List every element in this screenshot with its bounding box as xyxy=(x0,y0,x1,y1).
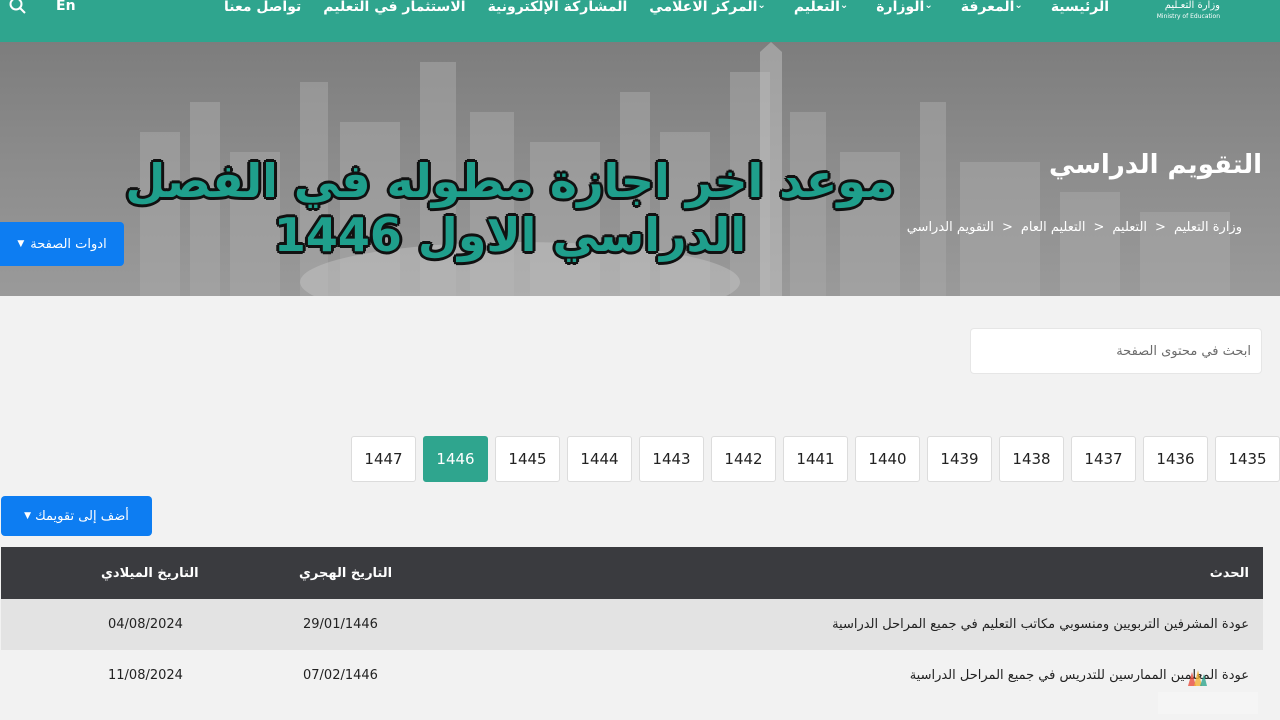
breadcrumb-separator: > xyxy=(1093,220,1105,235)
event-cell: عودة المشرفين التربويين ومنسوبي مكاتب ال… xyxy=(832,617,1249,632)
hijri-date-cell: 07/02/1446 xyxy=(303,668,378,683)
nav-item-0[interactable]: الرئيسية xyxy=(1040,0,1120,20)
logo-text-ar: وزارة التعـليم xyxy=(1164,0,1220,11)
year-button[interactable]: 1445 xyxy=(495,436,560,482)
overlay-title-line1: موعد اخر اجازة مطوله في الفصل xyxy=(125,154,895,208)
page-tools-label: ادوات الصفحة xyxy=(30,236,107,252)
add-to-calendar-button[interactable]: ▼ أضف إلى تقويمك xyxy=(1,496,152,536)
logo-text-en: Ministry of Education xyxy=(1156,13,1220,20)
nav-item-label: المعرفة xyxy=(960,0,1015,15)
year-button[interactable]: 1447 xyxy=(351,436,416,482)
table-header: الحدث التاريخ الهجري التاريخ الميلادي xyxy=(1,547,1263,599)
nav-item-4[interactable]: المركز الاعلامي ⌄ xyxy=(638,0,783,20)
chevron-down-icon: ⌄ xyxy=(839,0,849,11)
hero-banner: التقويم الدراسي وزارة التعليم > التعليم > ال… xyxy=(0,42,1280,296)
year-button[interactable]: 1443 xyxy=(639,436,704,482)
nav-item-1[interactable]: المعرفة ⌄ xyxy=(950,0,1040,20)
nav-item-label: تواصل معنا xyxy=(223,0,302,15)
calendar-table: الحدث التاريخ الهجري التاريخ الميلادي عو… xyxy=(1,547,1263,701)
language-toggle[interactable]: En xyxy=(56,0,76,14)
nav-item-2[interactable]: الوزارة ⌄ xyxy=(865,0,949,20)
nav-item-7[interactable]: تواصل معنا xyxy=(213,0,312,20)
header-hijri-date: التاريخ الهجري xyxy=(299,565,393,581)
year-button[interactable]: 1436 xyxy=(1143,436,1208,482)
table-body: عودة المشرفين التربويين ومنسوبي مكاتب ال… xyxy=(1,599,1263,701)
main-menu: الرئيسية المعرفة ⌄ الوزارة ⌄ التعليم ⌄ المركز ا… xyxy=(213,0,1120,20)
caret-down-icon: ▼ xyxy=(24,511,32,521)
breadcrumb-separator: > xyxy=(1001,220,1013,235)
year-button[interactable]: 1438 xyxy=(999,436,1064,482)
year-button[interactable]: 1446 xyxy=(423,436,488,482)
chevron-down-icon: ⌄ xyxy=(757,0,766,11)
breadcrumb-item[interactable]: التعليم xyxy=(1112,220,1147,235)
caret-down-icon: ▼ xyxy=(17,239,25,249)
header-gregorian-date: التاريخ الميلادي xyxy=(101,565,199,581)
year-button[interactable]: 1437 xyxy=(1071,436,1136,482)
header-event: الحدث xyxy=(1209,565,1249,581)
hijri-date-cell: 29/01/1446 xyxy=(303,617,378,632)
year-button[interactable]: 1440 xyxy=(855,436,920,482)
year-button[interactable]: 1435 xyxy=(1215,436,1280,482)
watermark-logo-icon xyxy=(1158,670,1258,714)
search-icon[interactable] xyxy=(8,0,28,16)
year-button[interactable]: 1441 xyxy=(783,436,848,482)
nav-item-5[interactable]: المشاركة الإلكترونية xyxy=(477,0,639,20)
year-selector: 1435 1436 1437 1438 1439 1440 1441 1442 1443 1444… xyxy=(342,436,1280,482)
overlay-title-line2: الدراسي الاول 1446 xyxy=(273,208,747,262)
breadcrumb-separator: > xyxy=(1155,220,1166,235)
nav-item-label: الوزارة xyxy=(876,0,925,15)
page-tools-button[interactable]: ▼ ادوات الصفحة xyxy=(0,222,124,266)
table-row: عودة المعلمين الممارسين للتدريس في جميع … xyxy=(1,650,1263,701)
nav-item-label: التعليم xyxy=(793,0,840,15)
chevron-down-icon: ⌄ xyxy=(924,0,933,11)
year-button[interactable]: 1439 xyxy=(927,436,992,482)
nav-item-label: المركز الاعلامي xyxy=(649,0,758,15)
page-search-input[interactable] xyxy=(970,328,1262,374)
nav-item-3[interactable]: التعليم ⌄ xyxy=(783,0,865,20)
gregorian-date-cell: 11/08/2024 xyxy=(108,668,183,683)
ministry-logo[interactable]: وزارة التعـليم Ministry of Education xyxy=(1140,0,1220,28)
gregorian-date-cell: 04/08/2024 xyxy=(108,617,183,632)
year-button[interactable]: 1444 xyxy=(567,436,632,482)
article-overlay-title: موعد اخر اجازة مطوله في الفصل الدراسي ال… xyxy=(40,154,980,262)
chevron-down-icon: ⌄ xyxy=(1014,0,1023,11)
nav-item-label: الرئيسية xyxy=(1050,0,1109,15)
breadcrumb-item[interactable]: التعليم العام xyxy=(1021,220,1086,235)
nav-item-6[interactable]: الاستثمار في التعليم xyxy=(312,0,476,20)
year-button[interactable]: 1442 xyxy=(711,436,776,482)
nav-item-label: المشاركة الإلكترونية xyxy=(487,0,628,15)
add-to-calendar-label: أضف إلى تقويمك xyxy=(35,508,129,524)
breadcrumb-item[interactable]: وزارة التعليم xyxy=(1174,220,1242,235)
table-row: عودة المشرفين التربويين ومنسوبي مكاتب ال… xyxy=(1,599,1263,650)
nav-item-label: الاستثمار في التعليم xyxy=(323,0,466,15)
page-title: التقويم الدراسي xyxy=(1049,150,1262,180)
top-navbar: وزارة التعـليم Ministry of Education الر… xyxy=(0,0,1280,42)
